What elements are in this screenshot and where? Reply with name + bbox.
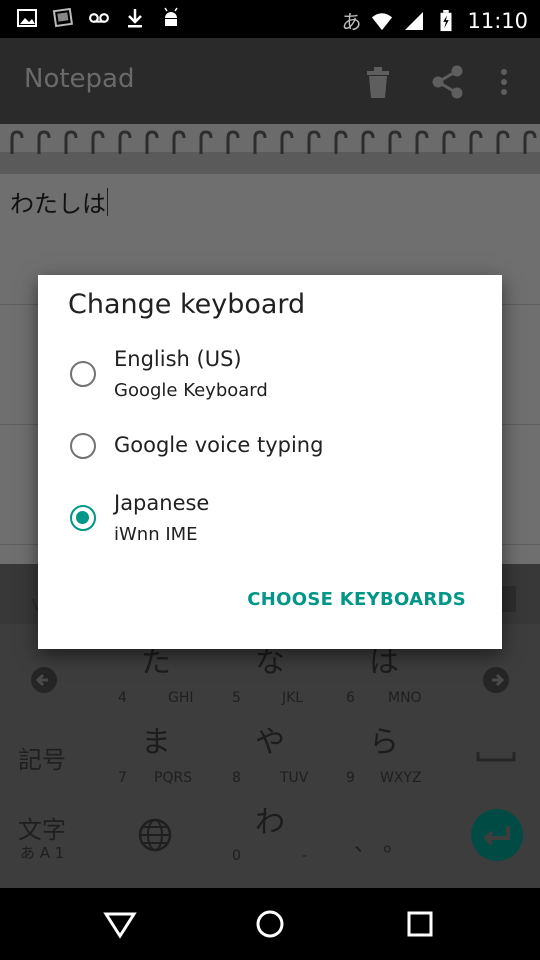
status-bar: あ 11:10: [0, 0, 540, 38]
share-icon: [432, 65, 463, 99]
share-button[interactable]: [426, 60, 470, 104]
key-kana: や: [255, 725, 285, 760]
download-icon: [128, 9, 142, 28]
radio-google-voice-typing[interactable]: [70, 433, 96, 459]
photo-icon: [52, 7, 74, 28]
key-number: 0: [232, 848, 241, 864]
app-title: Notepad: [24, 64, 135, 94]
option-google-voice-typing[interactable]: Google voice typing: [68, 429, 488, 493]
radio-japanese[interactable]: [70, 505, 96, 531]
key-kana: ら: [369, 725, 399, 760]
key-kana: は: [369, 645, 399, 680]
symbols-key[interactable]: 記号: [18, 740, 66, 775]
change-keyboard-dialog: Change keyboard English (US) Google Keyb…: [38, 275, 502, 649]
key-ma[interactable]: ま: [130, 726, 182, 760]
enter-key[interactable]: [470, 808, 524, 862]
right-arrow-key[interactable]: [482, 666, 510, 694]
key-number: 6: [346, 690, 355, 706]
overflow-menu-icon: [501, 69, 507, 95]
key-wa[interactable]: わ: [244, 806, 296, 840]
android-debug-icon: [164, 7, 178, 26]
ime-indicator: あ: [341, 10, 362, 34]
option-title: Japanese: [114, 491, 210, 515]
option-subtitle: Google Keyboard: [114, 380, 268, 401]
back-icon[interactable]: [100, 904, 140, 944]
home-icon[interactable]: [250, 904, 290, 944]
navigation-bar: [0, 888, 540, 960]
key-letters: TUV: [280, 770, 309, 786]
mode-key-sub: あ A 1: [20, 844, 65, 862]
left-arrow-key[interactable]: [30, 666, 58, 694]
space-icon[interactable]: [476, 750, 516, 764]
key-ra[interactable]: ら: [358, 726, 410, 760]
key-number: 8: [232, 770, 241, 786]
option-japanese[interactable]: Japanese iWnn IME: [68, 489, 488, 553]
radio-english-us[interactable]: [70, 361, 96, 387]
image-icon: [17, 9, 37, 27]
option-english-us[interactable]: English (US) Google Keyboard: [68, 345, 488, 409]
key-na[interactable]: な: [244, 646, 296, 680]
note-text[interactable]: わたしは: [10, 184, 108, 219]
key-kana: た: [141, 645, 171, 680]
key-number: 4: [118, 690, 127, 706]
mode-key[interactable]: 文字: [18, 810, 66, 845]
note-content: わたしは: [10, 190, 106, 218]
delete-button[interactable]: [356, 60, 400, 104]
key-letters: PQRS: [154, 770, 193, 786]
voicemail-icon: [89, 13, 109, 23]
key-letters: WXYZ: [380, 770, 422, 786]
key-number: 5: [232, 690, 241, 706]
delete-icon: [367, 67, 389, 98]
globe-icon[interactable]: [138, 818, 172, 852]
key-ha[interactable]: は: [358, 646, 410, 680]
app-bar: Notepad: [0, 38, 540, 124]
spiral-binding-icon: [0, 130, 540, 174]
key-ta[interactable]: た: [130, 646, 182, 680]
key-kana: わ: [255, 805, 285, 840]
key-ya[interactable]: や: [244, 726, 296, 760]
punctuation-key[interactable]: 、 。: [354, 826, 405, 858]
option-subtitle: iWnn IME: [114, 524, 198, 545]
battery-charging-icon: [440, 9, 452, 31]
key-kana: ま: [141, 725, 171, 760]
overflow-menu-button[interactable]: [482, 60, 526, 104]
dialog-title: Change keyboard: [68, 289, 306, 320]
notebook-spiral: [0, 124, 540, 174]
key-letters: JKL: [282, 690, 304, 706]
key-letters: GHI: [168, 690, 194, 706]
option-title: Google voice typing: [114, 433, 324, 457]
text-cursor: [107, 188, 108, 216]
key-number: 9: [346, 770, 355, 786]
choose-keyboards-button[interactable]: CHOOSE KEYBOARDS: [247, 589, 466, 610]
clock: 11:10: [467, 8, 528, 33]
key-number: 7: [118, 770, 127, 786]
key-letters: -: [302, 848, 308, 864]
wifi-icon: [372, 12, 393, 30]
key-letters: MNO: [388, 690, 422, 706]
signal-icon: [405, 11, 424, 30]
key-kana: な: [255, 645, 285, 680]
option-title: English (US): [114, 347, 242, 371]
recents-icon[interactable]: [400, 904, 440, 944]
